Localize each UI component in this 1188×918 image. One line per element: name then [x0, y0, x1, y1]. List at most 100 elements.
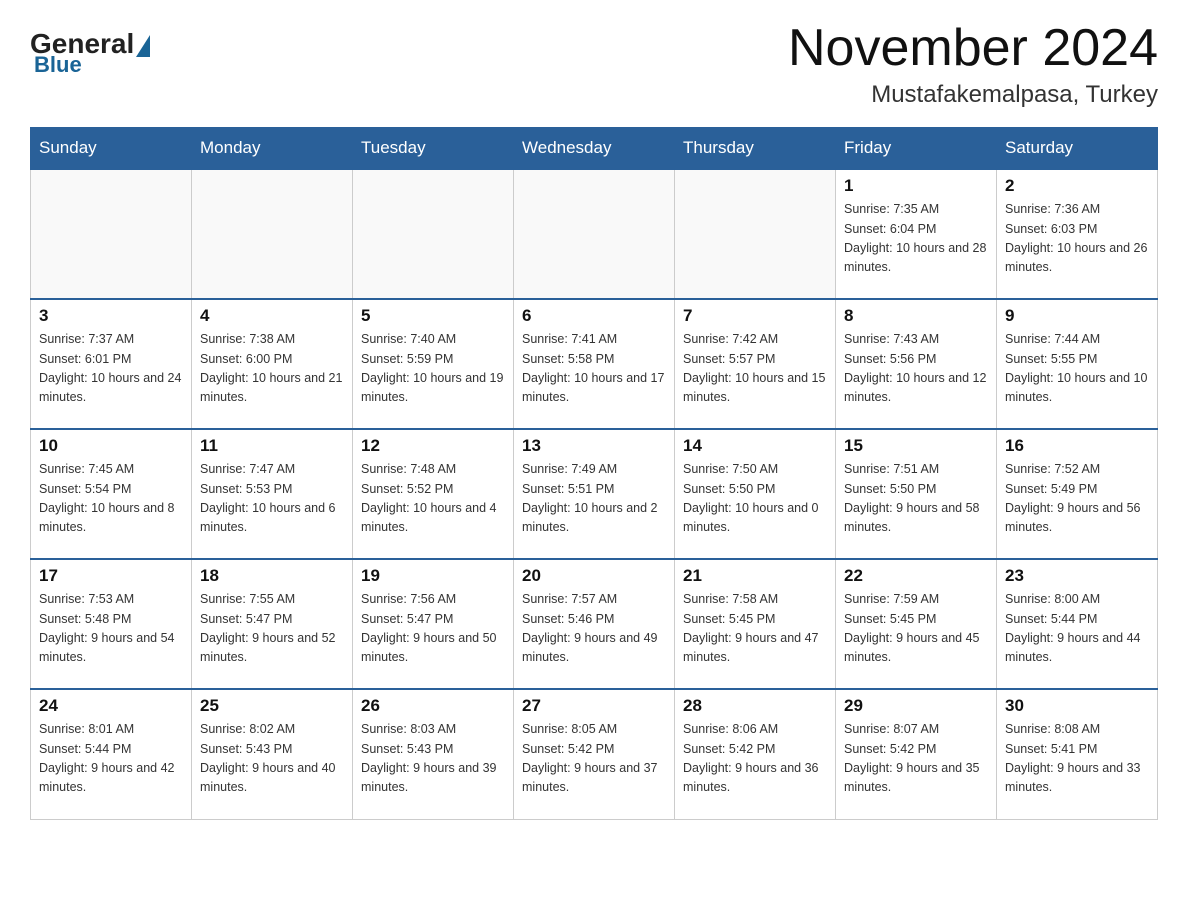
calendar-cell: 13 Sunrise: 7:49 AMSunset: 5:51 PMDayligh… [514, 429, 675, 559]
calendar-cell: 27 Sunrise: 8:05 AMSunset: 5:42 PMDayligh… [514, 689, 675, 819]
day-number: 7 [683, 306, 827, 326]
day-number: 12 [361, 436, 505, 456]
page-header: General Blue November 2024 Mustafakemalp… [30, 20, 1158, 109]
day-number: 28 [683, 696, 827, 716]
day-number: 27 [522, 696, 666, 716]
calendar-cell [675, 169, 836, 299]
day-info: Sunrise: 7:57 AMSunset: 5:46 PMDaylight:… [522, 590, 666, 668]
calendar-cell: 4Sunrise: 7:38 AMSunset: 6:00 PMDaylight… [192, 299, 353, 429]
calendar-cell: 18 Sunrise: 7:55 AMSunset: 5:47 PMDayligh… [192, 559, 353, 689]
title-area: November 2024 Mustafakemalpasa, Turkey [788, 20, 1158, 109]
day-number: 14 [683, 436, 827, 456]
calendar-header-tuesday: Tuesday [353, 128, 514, 170]
calendar-cell: 6Sunrise: 7:41 AMSunset: 5:58 PMDaylight… [514, 299, 675, 429]
calendar-cell: 22 Sunrise: 7:59 AMSunset: 5:45 PMDayligh… [836, 559, 997, 689]
calendar-header-sunday: Sunday [31, 128, 192, 170]
day-info: Sunrise: 8:02 AMSunset: 5:43 PMDaylight:… [200, 720, 344, 798]
calendar-week-row: 1 Sunrise: 7:35 AMSunset: 6:04 PMDaylight… [31, 169, 1158, 299]
day-info: Sunrise: 7:52 AMSunset: 5:49 PMDaylight:… [1005, 460, 1149, 538]
calendar-header-monday: Monday [192, 128, 353, 170]
day-info: Sunrise: 7:42 AMSunset: 5:57 PMDaylight:… [683, 330, 827, 408]
calendar-cell: 15 Sunrise: 7:51 AMSunset: 5:50 PMDayligh… [836, 429, 997, 559]
logo: General Blue [30, 30, 150, 78]
calendar-week-row: 10Sunrise: 7:45 AMSunset: 5:54 PMDayligh… [31, 429, 1158, 559]
day-info: Sunrise: 7:35 AMSunset: 6:04 PMDaylight:… [844, 200, 988, 278]
day-info: Sunrise: 7:58 AMSunset: 5:45 PMDaylight:… [683, 590, 827, 668]
day-number: 13 [522, 436, 666, 456]
calendar-cell: 21 Sunrise: 7:58 AMSunset: 5:45 PMDayligh… [675, 559, 836, 689]
calendar-cell: 20 Sunrise: 7:57 AMSunset: 5:46 PMDayligh… [514, 559, 675, 689]
calendar-week-row: 24 Sunrise: 8:01 AMSunset: 5:44 PMDayligh… [31, 689, 1158, 819]
calendar-cell: 7 Sunrise: 7:42 AMSunset: 5:57 PMDaylight… [675, 299, 836, 429]
calendar-header-wednesday: Wednesday [514, 128, 675, 170]
day-info: Sunrise: 7:47 AMSunset: 5:53 PMDaylight:… [200, 460, 344, 538]
day-info: Sunrise: 7:40 AMSunset: 5:59 PMDaylight:… [361, 330, 505, 408]
logo-blue-text: Blue [34, 52, 82, 78]
day-info: Sunrise: 7:43 AMSunset: 5:56 PMDaylight:… [844, 330, 988, 408]
day-number: 10 [39, 436, 183, 456]
calendar-cell: 3Sunrise: 7:37 AMSunset: 6:01 PMDaylight… [31, 299, 192, 429]
day-number: 6 [522, 306, 666, 326]
day-number: 23 [1005, 566, 1149, 586]
day-number: 19 [361, 566, 505, 586]
calendar-cell: 28 Sunrise: 8:06 AMSunset: 5:42 PMDayligh… [675, 689, 836, 819]
day-number: 29 [844, 696, 988, 716]
day-number: 22 [844, 566, 988, 586]
day-info: Sunrise: 7:51 AMSunset: 5:50 PMDaylight:… [844, 460, 988, 538]
day-number: 11 [200, 436, 344, 456]
day-info: Sunrise: 8:05 AMSunset: 5:42 PMDaylight:… [522, 720, 666, 798]
calendar-cell: 30Sunrise: 8:08 AMSunset: 5:41 PMDayligh… [997, 689, 1158, 819]
calendar-week-row: 17 Sunrise: 7:53 AMSunset: 5:48 PMDayligh… [31, 559, 1158, 689]
day-info: Sunrise: 7:36 AMSunset: 6:03 PMDaylight:… [1005, 200, 1149, 278]
day-number: 8 [844, 306, 988, 326]
calendar-cell: 16 Sunrise: 7:52 AMSunset: 5:49 PMDayligh… [997, 429, 1158, 559]
day-number: 21 [683, 566, 827, 586]
day-info: Sunrise: 8:01 AMSunset: 5:44 PMDaylight:… [39, 720, 183, 798]
day-info: Sunrise: 8:03 AMSunset: 5:43 PMDaylight:… [361, 720, 505, 798]
calendar-cell: 24 Sunrise: 8:01 AMSunset: 5:44 PMDayligh… [31, 689, 192, 819]
logo-triangle-icon [136, 35, 150, 57]
calendar-cell: 10Sunrise: 7:45 AMSunset: 5:54 PMDayligh… [31, 429, 192, 559]
day-info: Sunrise: 7:48 AMSunset: 5:52 PMDaylight:… [361, 460, 505, 538]
day-number: 24 [39, 696, 183, 716]
calendar-cell [31, 169, 192, 299]
day-number: 18 [200, 566, 344, 586]
day-info: Sunrise: 7:53 AMSunset: 5:48 PMDaylight:… [39, 590, 183, 668]
calendar-cell [353, 169, 514, 299]
location-text: Mustafakemalpasa, Turkey [788, 81, 1158, 109]
day-info: Sunrise: 8:00 AMSunset: 5:44 PMDaylight:… [1005, 590, 1149, 668]
day-info: Sunrise: 8:06 AMSunset: 5:42 PMDaylight:… [683, 720, 827, 798]
day-number: 5 [361, 306, 505, 326]
calendar-cell: 29Sunrise: 8:07 AMSunset: 5:42 PMDayligh… [836, 689, 997, 819]
calendar-cell: 23 Sunrise: 8:00 AMSunset: 5:44 PMDayligh… [997, 559, 1158, 689]
calendar-cell: 11 Sunrise: 7:47 AMSunset: 5:53 PMDayligh… [192, 429, 353, 559]
calendar-cell: 2Sunrise: 7:36 AMSunset: 6:03 PMDaylight… [997, 169, 1158, 299]
calendar-header-friday: Friday [836, 128, 997, 170]
calendar-cell: 26 Sunrise: 8:03 AMSunset: 5:43 PMDayligh… [353, 689, 514, 819]
day-info: Sunrise: 7:55 AMSunset: 5:47 PMDaylight:… [200, 590, 344, 668]
calendar-week-row: 3Sunrise: 7:37 AMSunset: 6:01 PMDaylight… [31, 299, 1158, 429]
calendar-cell [514, 169, 675, 299]
calendar-cell: 8 Sunrise: 7:43 AMSunset: 5:56 PMDaylight… [836, 299, 997, 429]
calendar-header-saturday: Saturday [997, 128, 1158, 170]
day-number: 20 [522, 566, 666, 586]
day-number: 9 [1005, 306, 1149, 326]
day-number: 1 [844, 176, 988, 196]
day-info: Sunrise: 7:59 AMSunset: 5:45 PMDaylight:… [844, 590, 988, 668]
calendar-cell: 1 Sunrise: 7:35 AMSunset: 6:04 PMDaylight… [836, 169, 997, 299]
day-number: 4 [200, 306, 344, 326]
day-info: Sunrise: 8:08 AMSunset: 5:41 PMDaylight:… [1005, 720, 1149, 798]
day-info: Sunrise: 7:50 AMSunset: 5:50 PMDaylight:… [683, 460, 827, 538]
month-title: November 2024 [788, 20, 1158, 77]
day-number: 17 [39, 566, 183, 586]
calendar-header-thursday: Thursday [675, 128, 836, 170]
calendar-cell: 25 Sunrise: 8:02 AMSunset: 5:43 PMDayligh… [192, 689, 353, 819]
day-number: 26 [361, 696, 505, 716]
day-info: Sunrise: 7:37 AMSunset: 6:01 PMDaylight:… [39, 330, 183, 408]
day-number: 25 [200, 696, 344, 716]
day-info: Sunrise: 7:49 AMSunset: 5:51 PMDaylight:… [522, 460, 666, 538]
calendar-header-row: SundayMondayTuesdayWednesdayThursdayFrid… [31, 128, 1158, 170]
day-number: 16 [1005, 436, 1149, 456]
day-number: 15 [844, 436, 988, 456]
calendar-cell: 19Sunrise: 7:56 AMSunset: 5:47 PMDayligh… [353, 559, 514, 689]
